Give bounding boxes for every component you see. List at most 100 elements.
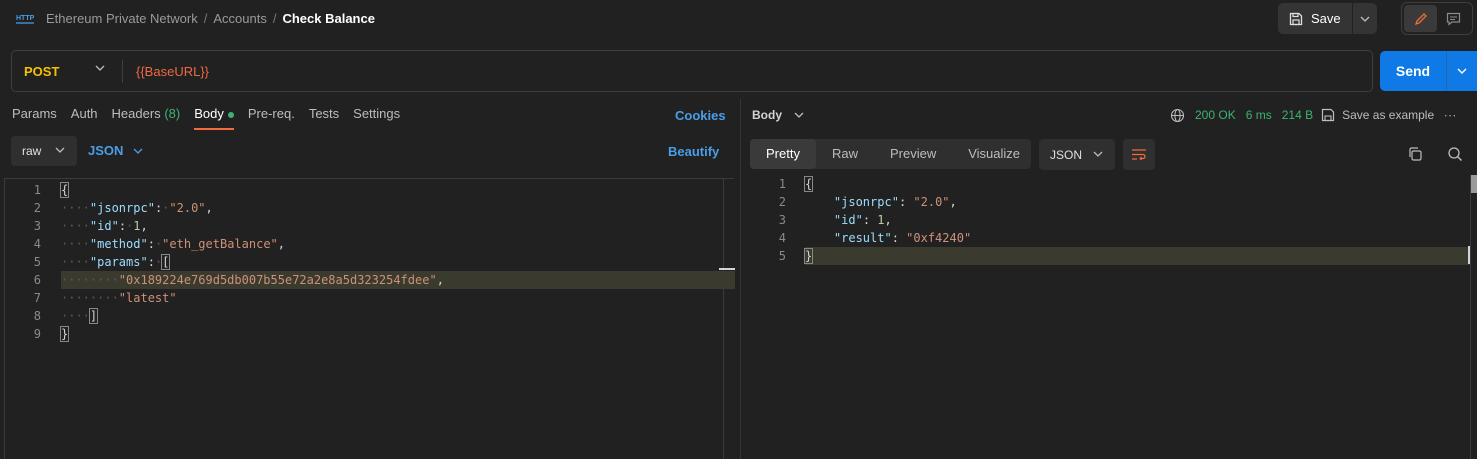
json-key: "jsonrpc" <box>89 201 155 215</box>
response-time[interactable]: 6 ms <box>1246 108 1272 122</box>
save-as-example-button[interactable]: Save as example <box>1321 108 1434 122</box>
response-language-value: JSON <box>1050 147 1083 162</box>
tab-raw[interactable]: Raw <box>816 139 874 169</box>
code-line: 3 ····"id":·1, <box>5 217 734 235</box>
json-string: "2.0" <box>913 195 950 209</box>
line-number: 9 <box>33 327 41 341</box>
pane-divider[interactable] <box>740 99 741 459</box>
chevron-down-icon <box>133 148 143 154</box>
json-key: "id" <box>89 219 119 233</box>
code-line-highlighted: 6 ········"0x189224e769d5db007b55e72a2e8a… <box>34 271 735 289</box>
tab-visualize[interactable]: Visualize <box>952 139 1036 169</box>
mode-toggle <box>1401 2 1473 35</box>
json-string: "latest" <box>118 291 177 305</box>
json-string: "0x189224e769d5db007b55e72a2e8a5d323254f… <box>118 273 437 287</box>
response-size[interactable]: 214 B <box>1282 108 1313 122</box>
save-button[interactable]: Save <box>1278 3 1352 34</box>
response-meta: 200 OK 6 ms 214 B Save as example ∙∙∙ <box>1170 106 1457 124</box>
tab-pretty[interactable]: Pretty <box>750 139 816 169</box>
breadcrumb-folder[interactable]: Accounts <box>213 11 266 26</box>
url-divider <box>122 60 123 83</box>
search-icon[interactable] <box>1447 146 1463 162</box>
code-line: 8 ····] <box>5 307 734 325</box>
request-title[interactable]: Check Balance <box>282 11 375 26</box>
breadcrumb-collection[interactable]: Ethereum Private Network <box>46 11 198 26</box>
svg-text:HTTP: HTTP <box>16 15 35 22</box>
more-options-icon[interactable]: ∙∙∙ <box>1444 108 1457 122</box>
json-key: "jsonrpc" <box>833 195 899 209</box>
chevron-down-icon <box>1457 68 1467 74</box>
tab-settings[interactable]: Settings <box>353 106 400 130</box>
json-key: "id" <box>833 213 863 227</box>
edit-mode-button[interactable] <box>1404 5 1437 32</box>
code-line: 3 "id": 1, <box>748 211 1477 229</box>
send-options-button[interactable] <box>1446 51 1477 91</box>
code-line: 9} <box>5 325 734 343</box>
json-number: 1 <box>133 219 141 233</box>
tab-body-label: Body <box>194 106 224 121</box>
line-number: 2 <box>33 201 41 215</box>
send-button[interactable]: Send <box>1380 51 1446 91</box>
json-string: "2.0" <box>169 201 206 215</box>
code-line: 4 ····"method":·"eth_getBalance", <box>5 235 734 253</box>
url-bar: POST {{BaseURL}} <box>11 50 1373 92</box>
editor-scrollbar[interactable] <box>723 179 724 459</box>
breadcrumb: Ethereum Private Network / Accounts / Check … <box>46 11 375 26</box>
beautify-button[interactable]: Beautify <box>668 144 719 159</box>
status-code[interactable]: 200 OK <box>1195 108 1236 122</box>
tab-auth[interactable]: Auth <box>71 106 98 130</box>
json-string: "0xf4240" <box>906 231 972 245</box>
line-number: 4 <box>778 231 786 245</box>
line-number: 5 <box>778 249 786 263</box>
json-key: "method" <box>89 237 148 251</box>
response-section-select[interactable]: Body <box>752 108 804 122</box>
wrap-lines-button[interactable] <box>1123 139 1155 170</box>
http-method-select[interactable]: POST <box>24 64 59 79</box>
line-number: 6 <box>33 273 41 287</box>
comments-button[interactable] <box>1437 5 1470 32</box>
response-language-select[interactable]: JSON <box>1039 139 1115 170</box>
cookies-link[interactable]: Cookies <box>675 108 726 123</box>
send-button-group: Send <box>1380 51 1477 91</box>
copy-icon[interactable] <box>1407 146 1423 162</box>
chevron-down-icon <box>55 147 65 153</box>
chevron-down-icon <box>1360 16 1370 22</box>
pencil-icon <box>1414 12 1427 25</box>
body-mode-value: raw <box>22 144 42 158</box>
save-icon <box>1321 108 1335 122</box>
globe-icon[interactable] <box>1170 108 1185 123</box>
text-cursor <box>719 268 735 270</box>
http-request-icon: HTTP <box>16 15 35 24</box>
request-body-editor[interactable]: 1{ 2 ····"jsonrpc":·"2.0", 3 ····"id":·1, … <box>4 178 735 459</box>
code-line: 1{ <box>5 181 734 199</box>
response-body-viewer[interactable]: 1{ 2 "jsonrpc": "2.0", 3 "id": 1, 4 "res… <box>748 175 1477 459</box>
url-input[interactable]: {{BaseURL}} <box>136 64 209 79</box>
line-number: 2 <box>778 195 786 209</box>
response-view-tabs: Pretty Raw Preview Visualize <box>750 139 1031 169</box>
tab-headers-label: Headers <box>111 106 161 121</box>
body-language-value: JSON <box>88 143 124 158</box>
json-string: "eth_getBalance" <box>162 237 278 251</box>
save-options-button[interactable] <box>1352 3 1377 34</box>
tab-body[interactable]: Body <box>194 106 234 130</box>
body-language-select[interactable]: JSON <box>88 143 143 158</box>
save-as-example-label: Save as example <box>1342 108 1435 122</box>
tab-tests[interactable]: Tests <box>309 106 339 130</box>
code-line: 2 "jsonrpc": "2.0", <box>748 193 1477 211</box>
tab-preview[interactable]: Preview <box>874 139 952 169</box>
line-number: 4 <box>33 237 41 251</box>
breadcrumb-separator: / <box>203 11 208 26</box>
line-number: 1 <box>778 177 786 191</box>
line-number: 3 <box>778 213 786 227</box>
save-label: Save <box>1311 11 1341 26</box>
tab-headers[interactable]: Headers (8) <box>112 106 181 130</box>
code-line: 2 ····"jsonrpc":·"2.0", <box>5 199 734 217</box>
body-mode-select[interactable]: raw <box>11 136 77 166</box>
tab-params[interactable]: Params <box>12 106 57 130</box>
chevron-down-icon[interactable] <box>95 65 105 71</box>
code-line: 4 "result": "0xf4240" <box>748 229 1477 247</box>
scrollbar-thumb[interactable] <box>1471 175 1477 193</box>
viewer-scrollbar[interactable] <box>1470 175 1471 459</box>
tab-prereq[interactable]: Pre-req. <box>248 106 295 130</box>
chevron-down-icon <box>1093 151 1103 157</box>
